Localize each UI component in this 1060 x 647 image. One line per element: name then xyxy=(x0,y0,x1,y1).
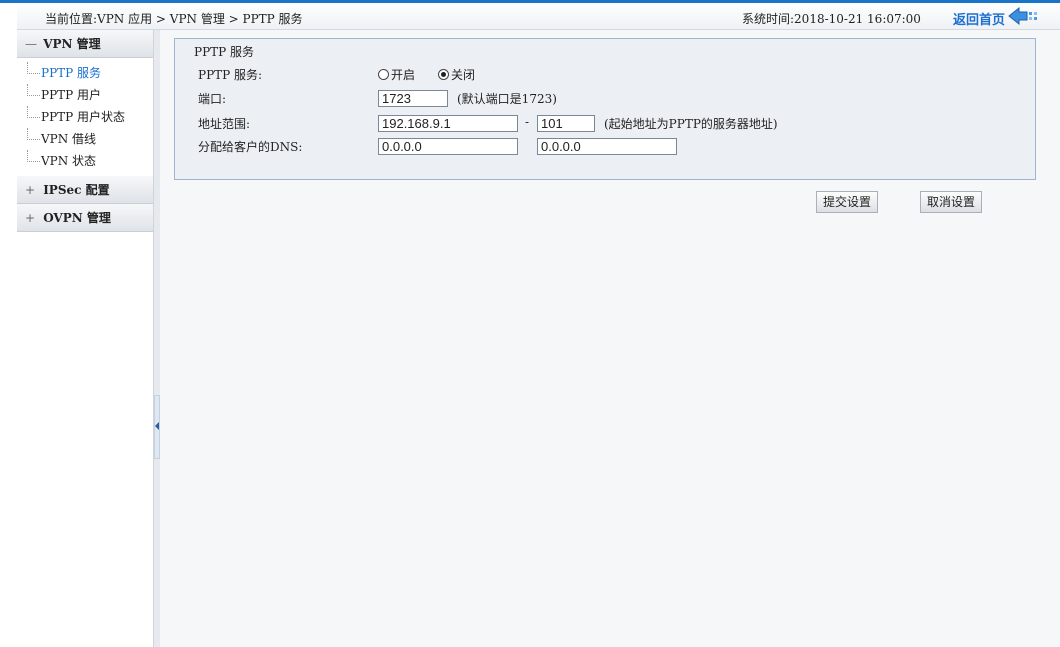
sidebar-item-vpn-status[interactable]: VPN 状态 xyxy=(27,150,153,172)
range-hint: (起始地址为PPTP的服务器地址) xyxy=(604,117,778,131)
sidebar-tree: PPTP 服务 PPTP 用户 PPTP 用户状态 VPN 借线 VPN 状态 xyxy=(17,58,153,176)
dns2-input[interactable]: 0.0.0.0 xyxy=(537,138,677,155)
breadcrumb: 当前位置:VPN 应用 > VPN 管理 > PPTP 服务 xyxy=(45,12,303,26)
sidebar-item-pptp-service[interactable]: PPTP 服务 xyxy=(27,62,153,84)
dns-label: 分配给客户的DNS: xyxy=(198,140,303,154)
sidebar-item-pptp-user[interactable]: PPTP 用户 xyxy=(27,84,153,106)
expand-icon: + xyxy=(25,183,36,197)
radio-disable-circle xyxy=(438,69,449,80)
submit-button[interactable]: 提交设置 xyxy=(816,191,879,213)
sidebar-group-label: VPN 管理 xyxy=(43,37,101,51)
main-content: PPTP 服务 PPTP 服务: 开启 关闭 端口: 1723 (默认端口是17… xyxy=(160,30,1060,647)
radio-disable-label: 关闭 xyxy=(451,68,476,82)
radio-enable-label: 开启 xyxy=(391,68,416,82)
service-label: PPTP 服务: xyxy=(198,68,263,82)
range-start-input[interactable]: 192.168.9.1 xyxy=(378,115,518,132)
sidebar-group-label: IPSec 配置 xyxy=(43,183,110,197)
cancel-button[interactable]: 取消设置 xyxy=(920,191,983,213)
port-label: 端口: xyxy=(198,92,227,106)
header-bar: 当前位置:VPN 应用 > VPN 管理 > PPTP 服务 系统时间:2018… xyxy=(17,3,1060,30)
sidebar-item-vpn-borrow[interactable]: VPN 借线 xyxy=(27,128,153,150)
home-link[interactable]: 返回首页 xyxy=(953,9,1005,28)
sidebar-item-pptp-user-status[interactable]: PPTP 用户状态 xyxy=(27,106,153,128)
range-dash: - xyxy=(525,115,530,129)
system-time: 系统时间:2018-10-21 16:07:00 xyxy=(742,12,921,26)
panel-title: PPTP 服务 xyxy=(194,45,255,59)
sidebar-group-label: OVPN 管理 xyxy=(43,211,111,225)
radio-disable[interactable]: 关闭 xyxy=(438,66,475,83)
collapse-icon: — xyxy=(25,37,37,51)
pptp-settings-panel: PPTP 服务 PPTP 服务: 开启 关闭 端口: 1723 (默认端口是17… xyxy=(174,38,1036,180)
range-end-input[interactable]: 101 xyxy=(537,115,595,132)
back-arrow-icon[interactable] xyxy=(1007,6,1041,26)
sidebar: — VPN 管理 PPTP 服务 PPTP 用户 PPTP 用户状态 VPN 借… xyxy=(17,30,154,647)
radio-enable[interactable]: 开启 xyxy=(378,66,415,83)
port-hint: (默认端口是1723) xyxy=(457,92,557,106)
port-input[interactable]: 1723 xyxy=(378,90,448,107)
expand-icon: + xyxy=(25,211,36,225)
dns1-input[interactable]: 0.0.0.0 xyxy=(378,138,518,155)
sidebar-group-vpn[interactable]: — VPN 管理 xyxy=(17,30,153,58)
radio-enable-circle xyxy=(378,69,389,80)
sidebar-group-ovpn[interactable]: + OVPN 管理 xyxy=(17,204,153,232)
sidebar-group-ipsec[interactable]: + IPSec 配置 xyxy=(17,176,153,204)
address-range-label: 地址范围: xyxy=(198,117,251,131)
